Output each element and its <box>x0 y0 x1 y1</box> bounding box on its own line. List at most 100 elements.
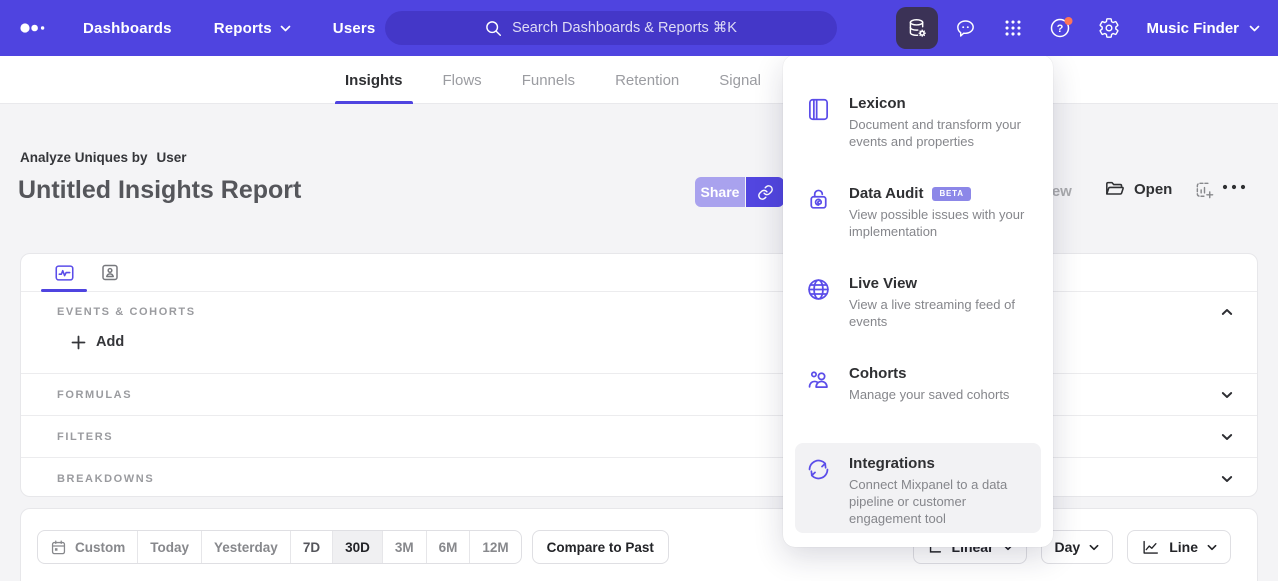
report-subtitle: Analyze Uniques by User <box>20 150 187 165</box>
preset-6m[interactable]: 6M <box>426 531 470 563</box>
chat-bubble-icon <box>954 17 977 40</box>
open-report-button[interactable]: Open <box>1104 179 1172 199</box>
preset-30d[interactable]: 30D <box>332 531 382 563</box>
menu-item-cohorts[interactable]: Cohorts Manage your saved cohorts <box>795 353 1041 443</box>
builder-mode-tabs <box>21 254 1257 292</box>
line-chart-icon <box>1141 539 1160 556</box>
share-split-button: Share <box>695 177 784 207</box>
chevron-down-icon <box>1207 544 1217 551</box>
database-gear-icon <box>906 17 929 40</box>
book-icon <box>805 96 832 123</box>
chevron-down-icon <box>280 25 291 32</box>
menu-item-live-view[interactable]: Live View View a live streaming feed of … <box>795 263 1041 353</box>
add-to-dashboard-button[interactable] <box>1194 180 1215 201</box>
preset-7d[interactable]: 7D <box>290 531 332 563</box>
events-cohorts-section: EVENTS & COHORTS Add <box>21 292 1257 374</box>
more-options-button[interactable] <box>1222 184 1246 190</box>
data-management-button[interactable] <box>896 7 938 49</box>
people-icon <box>805 366 832 393</box>
formulas-section: FORMULAS <box>21 374 1257 416</box>
notification-dot <box>1065 17 1073 25</box>
sync-icon <box>805 456 832 483</box>
gear-icon <box>1098 17 1120 39</box>
preset-yesterday[interactable]: Yesterday <box>201 531 290 563</box>
chevron-down-icon[interactable] <box>1221 475 1233 483</box>
menu-item-integrations[interactable]: Integrations Connect Mixpanel to a data … <box>795 443 1041 533</box>
svg-text:?: ? <box>1057 23 1064 35</box>
tab-funnels[interactable]: Funnels <box>522 56 575 104</box>
compare-to-past-button[interactable]: Compare to Past <box>532 530 669 564</box>
search-placeholder: Search Dashboards & Reports ⌘K <box>512 20 737 36</box>
section-label: EVENTS & COHORTS <box>57 306 196 318</box>
beta-badge: BETA <box>932 187 970 201</box>
feedback-button[interactable] <box>944 7 986 49</box>
global-search-input[interactable]: Search Dashboards & Reports ⌘K <box>385 11 837 45</box>
calendar-icon <box>50 539 67 556</box>
nav-users[interactable]: Users <box>333 20 376 37</box>
chevron-up-icon[interactable] <box>1221 308 1233 316</box>
project-name: Music Finder <box>1146 20 1239 37</box>
grid-dots-icon <box>1002 17 1024 39</box>
nav-reports[interactable]: Reports <box>214 20 291 37</box>
formulas-header[interactable]: FORMULAS <box>21 374 1257 415</box>
primary-nav: Dashboards Reports Users <box>83 20 417 37</box>
tab-retention[interactable]: Retention <box>615 56 679 104</box>
folder-open-icon <box>1104 179 1126 199</box>
nav-dashboards[interactable]: Dashboards <box>83 20 172 37</box>
breakdowns-header[interactable]: BREAKDOWNS <box>21 458 1257 499</box>
preset-3m[interactable]: 3M <box>382 531 426 563</box>
chart-type-dropdown[interactable]: Line <box>1127 530 1231 564</box>
add-to-dashboard-icon <box>1194 180 1215 201</box>
logo-dots-icon <box>20 22 47 34</box>
chevron-down-icon <box>1089 544 1099 551</box>
preset-custom[interactable]: Custom <box>38 531 137 563</box>
preset-today[interactable]: Today <box>137 531 201 563</box>
breakdowns-section: BREAKDOWNS <box>21 458 1257 499</box>
audit-lock-icon <box>805 186 832 213</box>
chevron-down-icon[interactable] <box>1221 433 1233 441</box>
tab-flows[interactable]: Flows <box>443 56 482 104</box>
page-title: Untitled Insights Report <box>18 176 301 205</box>
kebab-menu-icon <box>1222 184 1246 190</box>
report-tabs-bar: Insights Flows Funnels Retention Signal … <box>0 56 1278 104</box>
tab-insights[interactable]: Insights <box>345 56 403 104</box>
query-builder-card: EVENTS & COHORTS Add FORMULAS FILTERS <box>20 253 1258 497</box>
filters-header[interactable]: FILTERS <box>21 416 1257 457</box>
share-button[interactable]: Share <box>695 177 745 207</box>
menu-item-lexicon[interactable]: Lexicon Document and transform your even… <box>795 83 1041 173</box>
events-cohorts-header[interactable]: EVENTS & COHORTS <box>21 292 1257 332</box>
copy-link-button[interactable] <box>746 177 784 207</box>
globe-icon <box>805 276 832 303</box>
section-label: FILTERS <box>57 431 113 443</box>
events-mode-tab[interactable] <box>41 254 87 291</box>
filters-section: FILTERS <box>21 416 1257 458</box>
report-tabs: Insights Flows Funnels Retention Signal … <box>345 56 846 104</box>
date-range-segmented-control: Custom Today Yesterday 7D 30D 3M 6M 12M <box>37 530 522 564</box>
preset-12m[interactable]: 12M <box>469 531 520 563</box>
chevron-down-icon <box>1249 25 1260 32</box>
mixpanel-logo[interactable] <box>20 22 47 34</box>
plus-icon <box>71 335 86 350</box>
time-range-card: Custom Today Yesterday 7D 30D 3M 6M 12M … <box>20 508 1258 581</box>
help-icon: ? <box>1048 15 1074 41</box>
profiles-mode-tab[interactable] <box>87 254 133 291</box>
apps-grid-button[interactable] <box>992 7 1034 49</box>
add-event-button[interactable]: Add <box>71 334 124 350</box>
menu-item-data-audit[interactable]: Data Audit BETA View possible issues wit… <box>795 173 1041 263</box>
tab-signal[interactable]: Signal <box>719 56 761 104</box>
person-card-icon <box>99 262 121 283</box>
search-icon <box>485 20 502 37</box>
settings-button[interactable] <box>1088 7 1130 49</box>
navbar-actions: ? Music Finder <box>896 0 1260 56</box>
data-tools-menu: Lexicon Document and transform your even… <box>783 55 1053 547</box>
section-label: FORMULAS <box>57 389 132 401</box>
analyze-label: Analyze Uniques by <box>20 150 148 165</box>
project-switcher[interactable]: Music Finder <box>1146 20 1260 37</box>
analyze-entity-selector[interactable]: User <box>157 150 187 165</box>
section-label: BREAKDOWNS <box>57 473 154 485</box>
top-navbar: Dashboards Reports Users Search Dashboar… <box>0 0 1278 56</box>
help-button[interactable]: ? <box>1040 7 1082 49</box>
chevron-down-icon[interactable] <box>1221 391 1233 399</box>
pulse-chart-icon <box>53 262 76 284</box>
app-window: Dashboards Reports Users Search Dashboar… <box>0 0 1278 581</box>
